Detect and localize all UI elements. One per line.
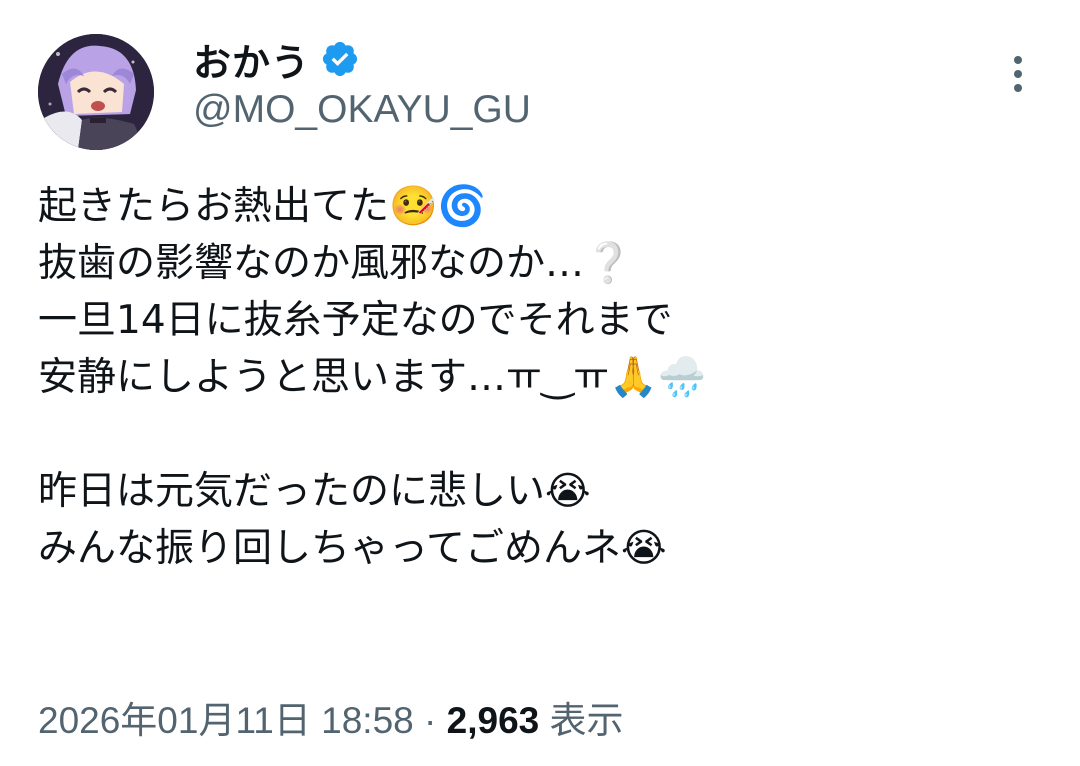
- author-handle[interactable]: @MO_OKAYU_GU: [193, 88, 531, 132]
- tweet-text-line: 一旦14日に抜糸予定なのでそれまで: [38, 298, 673, 343]
- tweet-text-blank-line: [38, 406, 1048, 463]
- tweet-text-line: 起きたらお熱出てた🤒🌀: [38, 184, 487, 229]
- tweet-text-line: 昨日は元気だったのに悲しい😭: [38, 469, 591, 514]
- tweet-text-line: 抜歯の影響なのか風邪なのか…❔: [38, 241, 633, 286]
- tweet-text: 起きたらお熱出てた🤒🌀 抜歯の影響なのか風邪なのか…❔ 一旦14日に抜糸予定なの…: [38, 178, 1048, 577]
- meta-separator: ·: [424, 700, 437, 741]
- verified-badge-icon[interactable]: [320, 39, 360, 79]
- author-avatar[interactable]: [38, 34, 154, 150]
- tweet-text-line: みんな振り回しちゃってごめんネ😭: [38, 526, 667, 571]
- tweet-timestamp[interactable]: 2026年01月11日 18:58: [38, 700, 414, 741]
- avatar-image-icon: [38, 34, 154, 150]
- views-count: 2,963: [446, 700, 540, 741]
- more-options-icon[interactable]: [1006, 52, 1030, 96]
- author-display-name[interactable]: おかう: [193, 32, 310, 87]
- views-label: 表示: [549, 700, 624, 741]
- tweet-card: おかう @MO_OKAYU_GU 起きたらお熱出てた🤒🌀 抜歯の影響なのか風邪な…: [0, 0, 1080, 766]
- tweet-meta: 2026年01月11日 18:58 · 2,963 表示: [38, 690, 624, 744]
- tweet-text-line: 安静にしようと思います…ㅠ‿ㅠ🙏🌧️: [38, 355, 707, 400]
- author-name-row: おかう: [193, 33, 360, 85]
